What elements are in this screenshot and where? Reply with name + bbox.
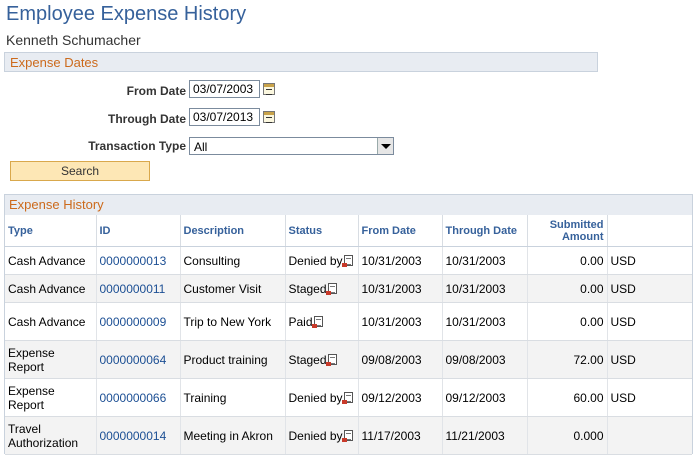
description-cell: Customer Visit [180, 274, 286, 303]
through-date-cell: 10/31/2003 [442, 246, 528, 275]
status-text: Paid [288, 314, 313, 329]
type-cell: Expense Report [5, 340, 97, 379]
type-cell: Cash Advance [5, 274, 97, 303]
table-row: Expense Report 0000000064 Product traini… [5, 340, 692, 379]
from-date-label: From Date [126, 84, 186, 98]
column-header-from-date[interactable]: From Date [358, 215, 443, 247]
from-date-cell: 10/31/2003 [358, 274, 443, 303]
document-icon[interactable] [311, 315, 323, 328]
amount-cell: 60.00 [527, 378, 608, 417]
column-header-status[interactable]: Status [285, 215, 359, 247]
page-title: Employee Expense History [6, 3, 247, 25]
expense-history-table: Type ID Description Status From Date Thr… [5, 215, 692, 455]
document-icon[interactable] [325, 282, 337, 295]
type-cell: Travel Authorization [5, 416, 97, 455]
chevron-down-icon[interactable] [377, 138, 393, 154]
type-cell: Cash Advance [5, 302, 97, 341]
table-row: Cash Advance 0000000013 Consulting Denie… [5, 246, 692, 275]
type-cell: Cash Advance [5, 246, 97, 275]
type-cell: Expense Report [5, 378, 97, 417]
id-link[interactable]: 0000000013 [96, 246, 181, 275]
through-date-cell: 10/31/2003 [442, 274, 528, 303]
column-header-through-date[interactable]: Through Date [442, 215, 528, 247]
through-date-cell: 09/12/2003 [442, 378, 528, 417]
column-header-description[interactable]: Description [180, 215, 286, 247]
transaction-type-label: Transaction Type [88, 139, 186, 153]
status-text: Denied by [288, 390, 343, 405]
through-date-label: Through Date [108, 112, 186, 126]
through-date-cell: 11/21/2003 [442, 416, 528, 455]
amount-cell: 0.00 [527, 246, 608, 275]
from-date-cell: 09/08/2003 [358, 340, 443, 379]
description-cell: Trip to New York [180, 302, 286, 341]
id-link[interactable]: 0000000009 [96, 302, 181, 341]
expense-history-header: Expense History [5, 195, 692, 215]
column-header-currency [607, 215, 692, 247]
table-row: Travel Authorization 0000000014 Meeting i… [5, 416, 692, 455]
id-link[interactable]: 0000000066 [96, 378, 181, 417]
currency-cell: USD [607, 246, 692, 275]
type-line1: Travel [8, 421, 41, 436]
status-cell: Denied by [285, 378, 359, 417]
column-header-id[interactable]: ID [96, 215, 181, 247]
status-cell: Staged [285, 340, 359, 379]
from-date-cell: 10/31/2003 [358, 246, 443, 275]
document-icon[interactable] [341, 391, 353, 404]
currency-cell [607, 416, 692, 455]
amount-cell: 72.00 [527, 340, 608, 379]
from-date-cell: 11/17/2003 [358, 416, 443, 455]
expense-dates-section-header: Expense Dates [4, 52, 598, 72]
status-cell: Paid [285, 302, 359, 341]
transaction-type-value: All [194, 140, 208, 154]
status-cell: Denied by [285, 246, 359, 275]
column-header-submitted-amount[interactable]: Submitted Amount [527, 215, 608, 247]
submitted-label: Submitted [549, 218, 604, 231]
search-button[interactable]: Search [10, 161, 150, 181]
currency-cell: USD [607, 274, 692, 303]
employee-name: Kenneth Schumacher [6, 32, 141, 48]
status-text: Denied by [288, 253, 343, 268]
transaction-type-select[interactable]: All [189, 137, 394, 155]
id-link[interactable]: 0000000014 [96, 416, 181, 455]
column-header-type[interactable]: Type [5, 215, 97, 247]
status-text: Denied by [288, 428, 343, 443]
status-text: Staged [288, 352, 327, 367]
from-date-cell: 10/31/2003 [358, 302, 443, 341]
amount-cell: 0.000 [527, 416, 608, 455]
calendar-icon[interactable] [263, 83, 275, 95]
document-icon[interactable] [341, 254, 353, 267]
calendar-icon[interactable] [263, 111, 275, 123]
expense-dates-title: Expense Dates [10, 55, 99, 70]
id-link[interactable]: 0000000011 [96, 274, 181, 303]
table-row: Expense Report 0000000066 Training Denie… [5, 378, 692, 417]
table-row: Cash Advance 0000000011 Customer Visit S… [5, 274, 692, 303]
document-icon[interactable] [341, 429, 353, 442]
description-cell: Training [180, 378, 286, 417]
through-date-cell: 10/31/2003 [442, 302, 528, 341]
from-date-input[interactable] [189, 80, 260, 98]
expense-history-grid: Expense History Type ID Description Stat… [4, 194, 693, 455]
currency-cell: USD [607, 378, 692, 417]
description-cell: Product training [180, 340, 286, 379]
status-cell: Staged [285, 274, 359, 303]
currency-cell: USD [607, 302, 692, 341]
amount-label: Amount [561, 230, 604, 243]
expense-history-title: Expense History [9, 197, 104, 212]
from-date-cell: 09/12/2003 [358, 378, 443, 417]
description-cell: Meeting in Akron [180, 416, 286, 455]
through-date-input[interactable] [189, 108, 260, 126]
id-link[interactable]: 0000000064 [96, 340, 181, 379]
currency-cell: USD [607, 340, 692, 379]
document-icon[interactable] [325, 353, 337, 366]
amount-cell: 0.00 [527, 302, 608, 341]
amount-cell: 0.00 [527, 274, 608, 303]
type-line2: Authorization [8, 435, 79, 450]
status-text: Staged [288, 281, 327, 296]
description-cell: Consulting [180, 246, 286, 275]
through-date-cell: 09/08/2003 [442, 340, 528, 379]
status-cell: Denied by [285, 416, 359, 455]
table-row: Cash Advance 0000000009 Trip to New York… [5, 302, 692, 341]
